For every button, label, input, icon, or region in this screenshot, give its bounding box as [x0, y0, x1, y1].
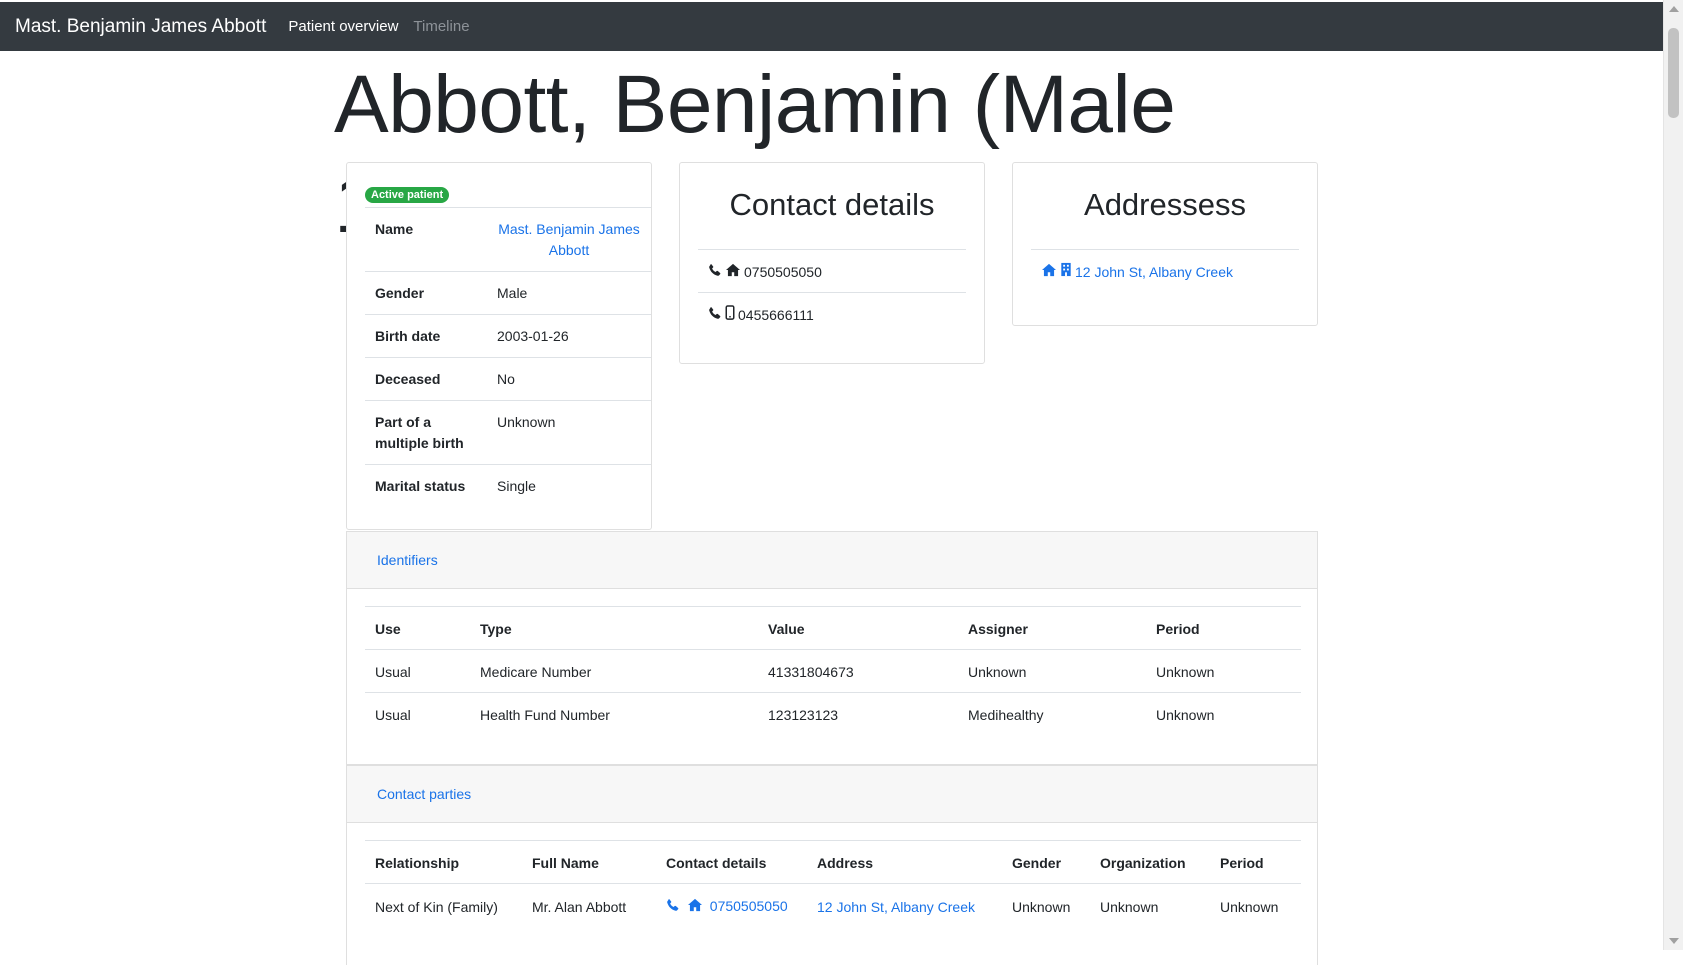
table-row: Usual Medicare Number 41331804673 Unknow… [365, 649, 1301, 693]
column-header-relationship: Relationship [365, 840, 522, 884]
column-header-organization: Organization [1090, 840, 1210, 884]
building-icon [1060, 262, 1072, 282]
home-icon [687, 897, 703, 917]
vertical-scrollbar[interactable] [1663, 0, 1683, 950]
patient-row-marital-status: Marital status Single [365, 464, 651, 507]
contact-details-card: Contact details 0750505050 0455666111 [679, 162, 985, 364]
patient-summary-card: Active patient Name Mast. Benjamin James… [346, 162, 652, 530]
table-header-row: Use Type Value Assigner Period [365, 606, 1301, 650]
identifiers-section: Identifiers Use Type Value Assigner Peri… [346, 531, 1318, 765]
column-header-full-name: Full Name [522, 840, 656, 884]
patient-row-label: Part of a multiple birth [365, 400, 487, 465]
contact-parties-header: Contact parties [347, 766, 1317, 823]
cell-period: Unknown [1210, 883, 1301, 928]
column-header-address: Address [807, 840, 1002, 884]
patient-name-link[interactable]: Mast. Benjamin James Abbott [498, 221, 640, 258]
address-item[interactable]: 12 John St, Albany Creek [1031, 249, 1299, 292]
patient-row-gender: Gender Male [365, 271, 651, 315]
patient-info-table: Name Mast. Benjamin James Abbott Gender … [365, 207, 651, 507]
cell-period: Unknown [1146, 692, 1301, 735]
home-icon [1041, 262, 1057, 282]
contact-parties-toggle-link[interactable]: Contact parties [377, 786, 471, 802]
cell-use: Usual [365, 692, 470, 735]
contact-item: 0750505050 [698, 249, 966, 292]
phone-icon [708, 305, 722, 325]
address-link[interactable]: 12 John St, Albany Creek [1075, 262, 1233, 282]
addresses-card: Addressess 12 John St, Albany Creek [1012, 162, 1318, 326]
table-row: Next of Kin (Family) Mr. Alan Abbott 075… [365, 883, 1301, 928]
column-header-contact-details: Contact details [656, 840, 807, 884]
patient-row-label: Name [365, 207, 487, 272]
patient-row-deceased: Deceased No [365, 357, 651, 401]
contact-item: 0455666111 [698, 292, 966, 335]
table-header-row: Relationship Full Name Contact details A… [365, 840, 1301, 884]
cell-gender: Unknown [1002, 883, 1090, 928]
column-header-gender: Gender [1002, 840, 1090, 884]
table-row: Usual Health Fund Number 123123123 Medih… [365, 692, 1301, 735]
column-header-period: Period [1146, 606, 1301, 650]
column-header-assigner: Assigner [958, 606, 1146, 650]
nav-patient-overview[interactable]: Patient overview [288, 18, 398, 35]
patient-row-label: Gender [365, 271, 487, 315]
contact-parties-section: Contact parties Relationship Full Name C… [346, 765, 1318, 965]
identifiers-toggle-link[interactable]: Identifiers [377, 552, 438, 568]
identifiers-header: Identifiers [347, 532, 1317, 589]
cell-value: 123123123 [758, 692, 958, 735]
contact-details-title: Contact details [729, 187, 935, 222]
patient-row-value: Male [487, 271, 651, 315]
cell-address[interactable]: 12 John St, Albany Creek [807, 883, 1002, 928]
scroll-up-arrow-icon[interactable] [1669, 6, 1679, 12]
patient-row-birth-date: Birth date 2003-01-26 [365, 314, 651, 358]
scroll-down-arrow-icon[interactable] [1669, 938, 1679, 944]
patient-row-label: Deceased [365, 357, 487, 401]
column-header-use: Use [365, 606, 470, 650]
cell-period: Unknown [1146, 649, 1301, 693]
contact-parties-table: Relationship Full Name Contact details A… [365, 840, 1301, 928]
navbar: Mast. Benjamin James Abbott Patient over… [0, 2, 1663, 51]
phone-icon [666, 897, 680, 917]
contact-address-link[interactable]: 12 John St, Albany Creek [817, 899, 975, 915]
patient-row-name: Name Mast. Benjamin James Abbott [365, 207, 651, 272]
nav-timeline[interactable]: Timeline [413, 18, 469, 35]
contact-value: 0750505050 [744, 264, 822, 280]
cell-relationship: Next of Kin (Family) [365, 883, 522, 928]
contact-value: 0455666111 [738, 307, 814, 323]
patient-row-label: Birth date [365, 314, 487, 358]
cell-full-name: Mr. Alan Abbott [522, 883, 656, 928]
addresses-title: Addressess [1084, 187, 1246, 222]
column-header-type: Type [470, 606, 758, 650]
patient-row-value: Unknown [487, 400, 651, 465]
contact-phone-link[interactable]: 0750505050 [710, 898, 788, 914]
patient-row-value: No [487, 357, 651, 401]
navbar-brand[interactable]: Mast. Benjamin James Abbott [15, 16, 266, 38]
scrollbar-thumb[interactable] [1668, 28, 1679, 118]
cell-use: Usual [365, 649, 470, 693]
cell-contact-details[interactable]: 0750505050 [656, 883, 807, 928]
patient-row-label: Marital status [365, 464, 487, 507]
patient-row-value: Single [487, 464, 651, 507]
status-badge: Active patient [365, 187, 450, 203]
column-header-value: Value [758, 606, 958, 650]
cell-assigner: Medihealthy [958, 692, 1146, 735]
cell-assigner: Unknown [958, 649, 1146, 693]
identifiers-table: Use Type Value Assigner Period Usual Med… [365, 606, 1301, 735]
cell-value: 41331804673 [758, 649, 958, 693]
column-header-period: Period [1210, 840, 1301, 884]
cell-organization: Unknown [1090, 883, 1210, 928]
cell-type: Medicare Number [470, 649, 758, 693]
mobile-icon [725, 305, 735, 325]
phone-icon [708, 262, 722, 282]
home-icon [725, 262, 741, 282]
patient-row-multiple-birth: Part of a multiple birth Unknown [365, 400, 651, 465]
patient-row-value: 2003-01-26 [487, 314, 651, 358]
cell-type: Health Fund Number [470, 692, 758, 735]
